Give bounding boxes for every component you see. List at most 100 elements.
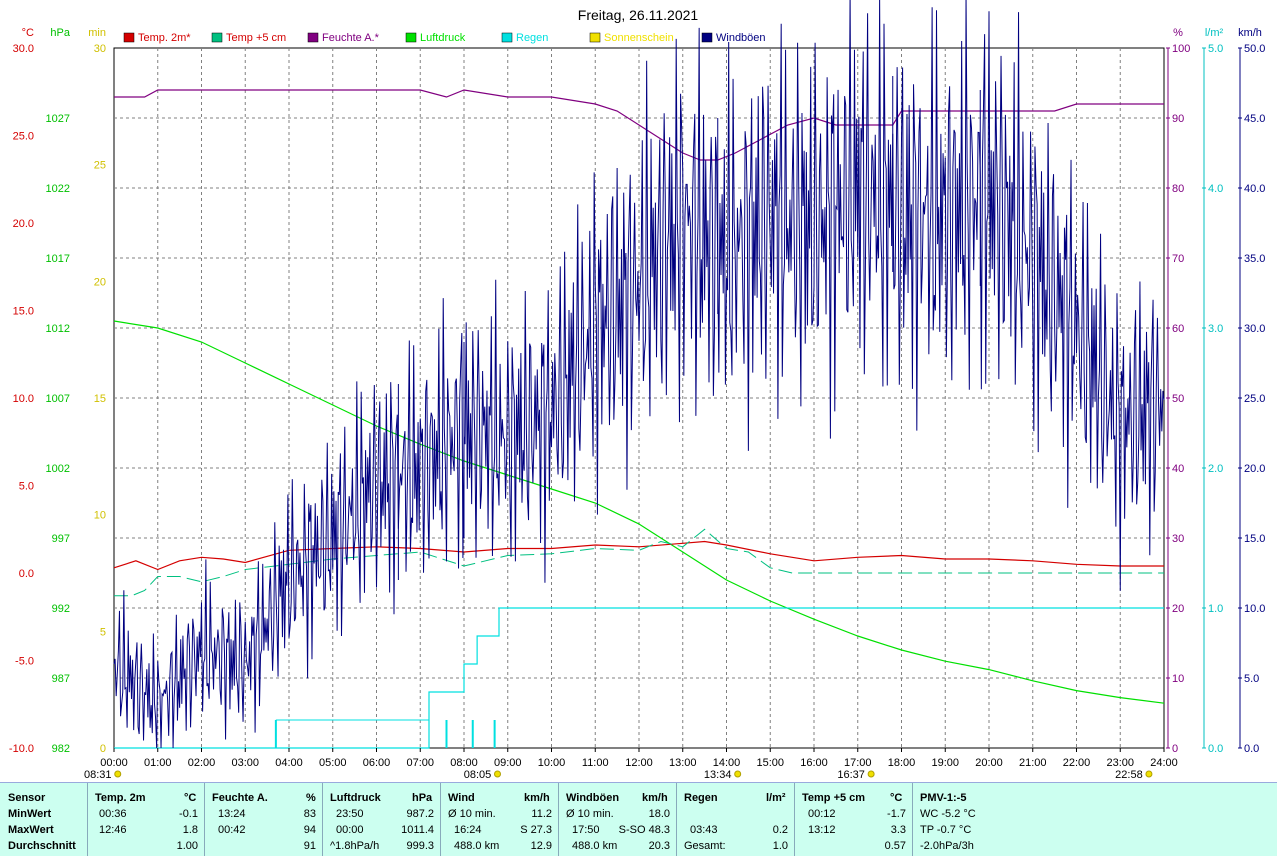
stats-wind-max-time: 16:24 — [454, 824, 482, 836]
stats-luftdruck-column: Luftdruck hPa 23:50 987.2 00:00 1011.4 ^… — [322, 783, 441, 856]
stats-windboeen-max-value: S-SO 48.3 — [618, 824, 670, 836]
stats-temp5-max-value: 3.3 — [890, 824, 906, 836]
legend-label: Sonnenschein — [604, 32, 674, 44]
stats-temp2m-min-value: -0.1 — [179, 808, 198, 820]
stats-luftdruck-header: Luftdruck — [330, 792, 381, 804]
wind-axis-tick-label: 50.0 — [1244, 43, 1265, 55]
x-tick-label: 23:00 — [1106, 757, 1134, 769]
sun-tick-bar — [471, 720, 474, 748]
stats-luftdruck-min-time: 23:50 — [336, 808, 364, 820]
stats-wind-distance: 488.0 km — [454, 840, 500, 852]
legend-swatch — [123, 32, 135, 43]
sun-tick-bar — [493, 720, 496, 748]
wind-axis-tick-label: 5.0 — [1244, 673, 1259, 685]
stats-sensor-column: Sensor MinWert MaxWert Durchschnitt — [0, 783, 88, 856]
pressure-axis-tick-label: 992 — [52, 603, 70, 615]
temp-axis-tick-label: -10.0 — [9, 743, 34, 755]
legend-swatch — [701, 32, 713, 43]
rain-axis-tick-label: 2.0 — [1208, 463, 1223, 475]
legend-swatch — [405, 32, 417, 43]
stats-temp5-avg-value: 0.57 — [884, 840, 906, 852]
stats-windboeen-avg-value: 20.3 — [648, 840, 670, 852]
stats-row-avg-label: Durchschnitt — [8, 840, 76, 852]
legend-label: Temp. 2m* — [138, 32, 191, 44]
pressure-axis-unit-label: hPa — [50, 27, 70, 39]
temp-axis-tick-label: 0.0 — [19, 568, 34, 580]
stats-pmv-dewpoint: TP -0.7 °C — [920, 824, 972, 836]
legend-label: Temp +5 cm — [226, 32, 286, 44]
stats-windboeen-header: Windböen — [566, 792, 620, 804]
stats-luftdruck-trend: ^1.8hPa/h — [330, 840, 380, 852]
wind-axis-unit-label: km/h — [1238, 27, 1262, 39]
stats-regen-max-value: 0.2 — [772, 824, 788, 836]
x-tick-label: 16:00 — [800, 757, 828, 769]
legend-label: Windböen — [716, 32, 766, 44]
sun-tick-bar — [445, 720, 448, 748]
stats-wind-header: Wind — [448, 792, 475, 804]
stats-windboeen-unit: km/h — [642, 792, 668, 804]
pressure-axis-tick-label: 987 — [52, 673, 70, 685]
stats-regen-header: Regen — [684, 792, 718, 804]
sun-axis-tick-label: 0 — [100, 743, 106, 755]
wind-axis-tick-label: 30.0 — [1244, 323, 1265, 335]
stats-feuchte-column: Feuchte A. % 13:24 83 00:42 94 91 — [204, 783, 323, 856]
x-tick-label: 17:00 — [844, 757, 872, 769]
rain-axis-unit-label: l/m² — [1205, 27, 1224, 39]
temp-axis-tick-label: 30.0 — [13, 43, 34, 55]
stats-pmv-column: PMV-1:-5 WC -5.2 °C TP -0.7 °C -2.0hPa/3… — [912, 783, 1277, 856]
x-tick-label: 08:00 — [450, 757, 478, 769]
stats-wind-avg10-value: 11.2 — [531, 808, 552, 820]
stats-wind-max-value: S 27.3 — [520, 824, 552, 836]
wind-axis-tick-label: 0.0 — [1244, 743, 1259, 755]
x-marker-label: 22:58 — [1115, 769, 1143, 781]
stats-temp5-header: Temp +5 cm — [802, 792, 866, 804]
statistics-panel: Sensor MinWert MaxWert Durchschnitt Temp… — [0, 782, 1277, 856]
stats-regen-total-label: Gesamt: — [684, 840, 726, 852]
stats-wind-avg-value: 12.9 — [530, 840, 552, 852]
humidity-axis-tick-label: 0 — [1172, 743, 1178, 755]
sun-tick-bar — [274, 720, 277, 748]
wind-axis-tick-label: 15.0 — [1244, 533, 1265, 545]
stats-temp5-unit: °C — [890, 792, 903, 804]
legend-label: Feuchte A.* — [322, 32, 380, 44]
sun-axis-tick-label: 25 — [94, 160, 106, 172]
pressure-axis-tick-label: 1007 — [46, 393, 70, 405]
chart-title: Freitag, 26.11.2021 — [578, 7, 699, 23]
sun-marker-icon — [867, 770, 875, 778]
stats-feuchte-max-value: 94 — [303, 824, 316, 836]
wind-axis-tick-label: 25.0 — [1244, 393, 1265, 405]
temp-axis-tick-label: -5.0 — [15, 656, 34, 668]
stats-luftdruck-max-value: 1011.4 — [401, 824, 434, 836]
stats-pmv-pressure-trend: -2.0hPa/3h — [920, 840, 974, 852]
x-tick-label: 07:00 — [406, 757, 434, 769]
humidity-axis-tick-label: 30 — [1172, 533, 1184, 545]
legend-swatch — [501, 32, 513, 43]
stats-feuchte-avg-value: 91 — [303, 840, 316, 852]
rain-axis-tick-label: 4.0 — [1208, 183, 1223, 195]
wind-axis-tick-label: 40.0 — [1244, 183, 1265, 195]
x-tick-label: 05:00 — [319, 757, 347, 769]
x-tick-label: 01:00 — [144, 757, 172, 769]
x-tick-label: 12:00 — [625, 757, 653, 769]
wind-axis-tick-label: 10.0 — [1244, 603, 1265, 615]
stats-pmv-windchill: WC -5.2 °C — [920, 808, 976, 820]
humidity-axis-tick-label: 50 — [1172, 393, 1184, 405]
humidity-axis-unit-label: % — [1173, 27, 1183, 39]
x-tick-label: 11:00 — [582, 757, 609, 769]
sun-marker-icon — [734, 770, 742, 778]
stats-sensor-header: Sensor — [8, 792, 46, 804]
sun-axis-tick-label: 10 — [94, 510, 106, 522]
x-tick-label: 24:00 — [1150, 757, 1178, 769]
stats-windboeen-max-time: 17:50 — [572, 824, 600, 836]
stats-wind-avg10-label: Ø 10 min. — [448, 808, 496, 820]
pressure-axis-tick-label: 982 — [52, 743, 70, 755]
legend-swatch — [589, 32, 601, 43]
x-tick-label: 14:00 — [713, 757, 741, 769]
rain-axis-tick-label: 5.0 — [1208, 43, 1223, 55]
stats-luftdruck-max-time: 00:00 — [336, 824, 364, 836]
series-temp-5-cm-line — [114, 528, 1164, 597]
x-marker-label: 16:37 — [837, 769, 865, 781]
legend-swatch — [211, 32, 223, 43]
x-tick-label: 03:00 — [231, 757, 259, 769]
stats-windboeen-avg10-value: 18.0 — [648, 808, 670, 820]
